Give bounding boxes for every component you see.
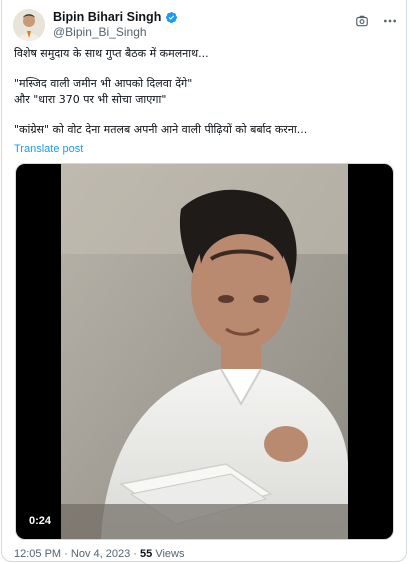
tweet-line: "कांग्रेस" को वोट देना मतलब अपनी आने वाल… (14, 123, 308, 136)
post-date[interactable]: Nov 4, 2023 (71, 548, 130, 560)
meta-separator: · (133, 548, 137, 560)
verified-badge-icon (166, 11, 178, 23)
tweet-line: "मस्जिद वाली जमीन भी आपको दिलवा देंगे" (14, 77, 193, 90)
views-label: Views (155, 548, 185, 560)
video-player[interactable] (15, 163, 394, 540)
views-count: 55 (140, 548, 153, 560)
tweet-line: और "धारा 370 पर भी सोचा जाएगा" (14, 93, 167, 106)
author-handle[interactable]: @Bipin_Bi_Singh (53, 25, 147, 39)
meta-separator: · (64, 548, 68, 560)
author-name-row[interactable]: Bipin Bihari Singh (53, 10, 178, 24)
author-name[interactable]: Bipin Bihari Singh (53, 10, 161, 24)
video-thumbnail (61, 164, 348, 539)
header-actions (354, 13, 398, 29)
tweet-line: विशेष समुदाय के साथ गुप्त बैठक में कमलना… (14, 47, 209, 60)
avatar[interactable] (13, 9, 45, 41)
video-duration-badge: 0:24 (24, 513, 57, 529)
more-options-icon[interactable] (382, 13, 398, 29)
avatar-image (13, 9, 45, 41)
post-time[interactable]: 12:05 PM (14, 548, 61, 560)
tweet-meta: 12:05 PM · Nov 4, 2023 · 55 Views (14, 548, 184, 560)
grok-icon[interactable] (354, 13, 370, 29)
video-frame (61, 164, 348, 539)
translate-post-link[interactable]: Translate post (14, 143, 83, 155)
